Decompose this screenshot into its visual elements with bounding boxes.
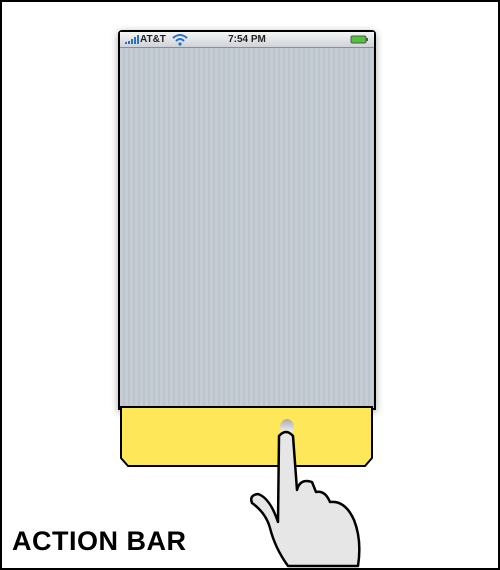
caption: ACTION BAR [12, 526, 187, 556]
action-bar-illustration [120, 406, 373, 568]
action-bar[interactable] [120, 406, 373, 467]
